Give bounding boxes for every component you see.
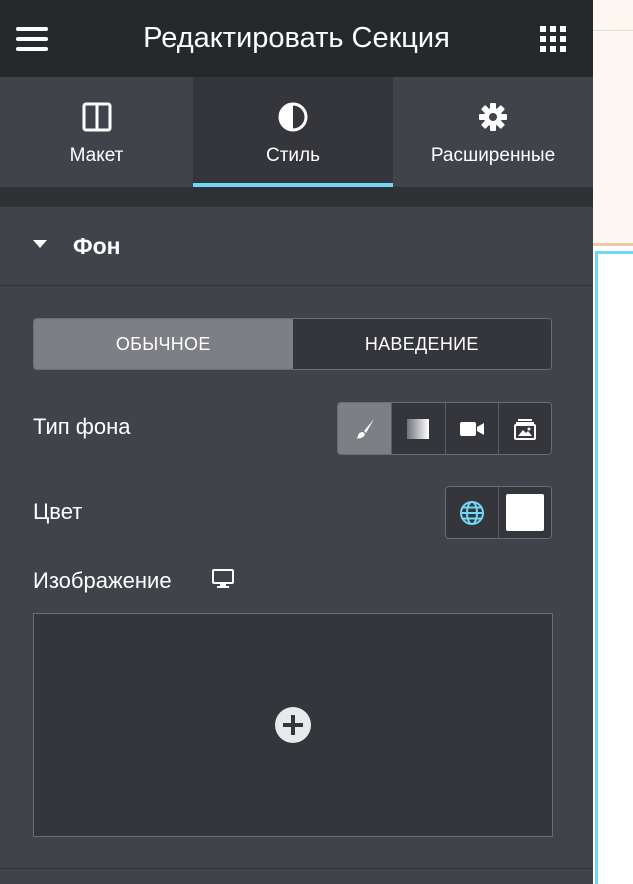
state-toggle: ОБЫЧНОЕ НАВЕДЕНИЕ <box>33 318 552 370</box>
monitor-icon[interactable] <box>212 569 234 589</box>
brush-classic-icon <box>355 418 374 438</box>
image-dropzone[interactable] <box>33 613 553 837</box>
section-separator <box>0 187 593 207</box>
background-type-label: Тип фона <box>33 414 131 439</box>
color-label: Цвет <box>33 499 83 524</box>
color-control <box>445 486 552 539</box>
caret-down-icon <box>33 240 47 248</box>
bg-type-slideshow-button[interactable] <box>497 403 551 454</box>
preview-header-area <box>593 0 633 246</box>
tab-advanced[interactable]: Расширенные <box>393 77 593 187</box>
slideshow-icon <box>513 418 536 440</box>
editor-root: Редактировать Секция Макет Стиль Расшире… <box>0 0 633 884</box>
video-camera-icon <box>459 421 484 436</box>
section-header-background[interactable]: Фон <box>0 207 593 286</box>
preview-divider <box>593 30 633 31</box>
tab-layout[interactable]: Макет <box>0 77 193 187</box>
gear-icon <box>477 101 509 133</box>
state-normal-button[interactable]: ОБЫЧНОЕ <box>34 319 293 369</box>
image-label: Изображение <box>33 568 172 593</box>
tab-style[interactable]: Стиль <box>193 77 393 187</box>
background-type-selector <box>337 402 552 455</box>
color-swatch-button[interactable] <box>499 487 551 538</box>
panel-tabs: Макет Стиль Расширенные <box>0 77 593 187</box>
contrast-half-circle-icon <box>277 101 309 133</box>
global-color-button[interactable] <box>446 487 499 538</box>
bg-type-classic-button[interactable] <box>338 403 392 454</box>
globe-icon <box>460 500 484 525</box>
state-hover-button[interactable]: НАВЕДЕНИЕ <box>292 319 551 369</box>
plus-circle-icon[interactable] <box>274 706 312 744</box>
preview-canvas[interactable] <box>593 0 633 884</box>
selected-section-outline <box>595 251 633 884</box>
editor-panel: Редактировать Секция Макет Стиль Расшире… <box>0 0 593 884</box>
section-title: Фон <box>73 233 121 259</box>
tab-label: Макет <box>69 145 124 166</box>
section-divider <box>0 868 593 869</box>
layout-columns-icon <box>81 101 113 133</box>
gradient-icon <box>407 418 430 439</box>
tab-label: Расширенные <box>430 145 556 166</box>
grid-apps-icon[interactable] <box>539 25 567 53</box>
hamburger-menu-icon[interactable] <box>14 24 50 54</box>
color-swatch <box>506 494 544 531</box>
bg-type-gradient-button[interactable] <box>391 403 445 454</box>
bg-type-video-button[interactable] <box>444 403 498 454</box>
preview-divider <box>593 243 633 246</box>
panel-header: Редактировать Секция <box>0 0 593 77</box>
panel-title: Редактировать Секция <box>143 22 450 54</box>
tab-label: Стиль <box>265 145 321 166</box>
